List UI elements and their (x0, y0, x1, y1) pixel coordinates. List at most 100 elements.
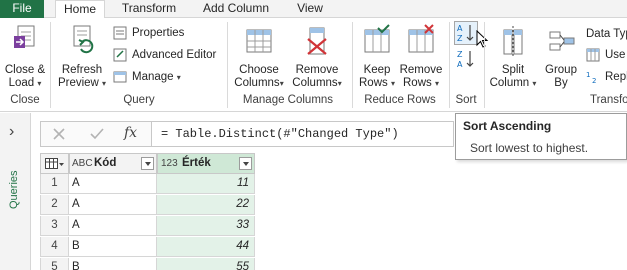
use-label: Use (605, 49, 626, 61)
table-cell[interactable]: 55 (157, 258, 255, 270)
keep-rows-label-1: Keep (363, 64, 391, 76)
close-and-load-button[interactable]: Close & Load ▾ (2, 20, 48, 92)
properties-icon (113, 26, 127, 40)
close-and-load-icon (10, 24, 40, 61)
ribbon-tab-bar: File Home Transform Add Column View (0, 0, 627, 19)
data-grid: ABC Kód 123 Érték 1 A 11 2 A 22 3 A 33 4… (40, 153, 255, 270)
tab-home[interactable]: Home (55, 0, 105, 19)
keep-rows-button[interactable]: Keep Rows ▾ (356, 20, 398, 92)
keep-rows-icon (362, 24, 392, 61)
cancel-icon[interactable] (52, 127, 66, 141)
chevron-down-icon: ▾ (532, 79, 537, 88)
table-cell[interactable]: A (69, 216, 157, 236)
table-cell[interactable]: B (69, 258, 157, 270)
table-cell[interactable]: 22 (157, 195, 255, 215)
formula-bar-buttons: fx (40, 121, 152, 147)
sort-descending-icon: Z A (457, 50, 474, 69)
column-header-label: Kód (94, 157, 117, 169)
confirm-icon[interactable] (89, 127, 105, 141)
group-divider (227, 22, 228, 108)
column-header-label: Érték (182, 157, 211, 169)
row-number: 3 (40, 216, 69, 236)
choose-columns-icon (244, 24, 274, 61)
column-header-ertek[interactable]: 123 Érték (157, 153, 255, 174)
sort-ascending-tooltip: Sort Ascending Sort lowest to highest. (455, 113, 627, 160)
group-label-transform: Transfo (590, 94, 627, 106)
split-column-button[interactable]: Split Column ▾ (488, 20, 538, 92)
queries-pane-label[interactable]: Queries (8, 170, 20, 209)
remove-rows-button[interactable]: Remove Rows ▾ (399, 20, 443, 92)
advanced-editor-label: Advanced Editor (132, 49, 217, 61)
svg-text:A: A (457, 24, 463, 33)
column-header-kod[interactable]: ABC Kód (69, 153, 157, 174)
number-type-icon[interactable]: 123 (161, 154, 178, 173)
advanced-editor-icon (113, 48, 127, 62)
close-and-load-label-2: Load (8, 77, 35, 89)
table-menu-button[interactable] (40, 153, 69, 174)
table-cell[interactable]: 11 (157, 174, 255, 194)
table-cell[interactable]: 44 (157, 237, 255, 257)
keep-rows-label-2: Rows (359, 77, 388, 89)
group-label-query: Query (123, 94, 155, 106)
manage-icon (113, 71, 127, 83)
table-cell[interactable]: 33 (157, 216, 255, 236)
tab-view[interactable]: View (292, 0, 328, 18)
refresh-icon (67, 24, 97, 61)
choose-columns-label-2: Columns (234, 77, 280, 89)
svg-text:Z: Z (457, 50, 463, 59)
filter-dropdown-icon[interactable] (239, 157, 252, 170)
tooltip-description: Sort lowest to highest. (470, 141, 589, 155)
remove-rows-label-1: Remove (399, 64, 443, 76)
split-column-label-2: Column (489, 77, 530, 89)
table-cell[interactable]: B (69, 237, 157, 257)
remove-columns-button[interactable]: Remove Columns▾ (288, 20, 346, 92)
group-label-reduce-rows: Reduce Rows (364, 94, 436, 106)
chevron-down-icon: ▾ (37, 79, 42, 88)
svg-text:A: A (457, 60, 463, 69)
chevron-down-icon: ▾ (279, 79, 284, 88)
properties-label: Properties (132, 27, 185, 39)
choose-columns-label-1: Choose (239, 64, 279, 76)
sort-descending-button[interactable]: Z A (455, 48, 477, 70)
tab-transform[interactable]: Transform (116, 0, 182, 18)
split-column-label-1: Split (501, 64, 525, 76)
filter-dropdown-icon[interactable] (141, 157, 154, 170)
chevron-down-icon: ▾ (390, 79, 395, 88)
tab-add-column[interactable]: Add Column (196, 0, 276, 18)
group-divider (484, 22, 485, 108)
formula-input[interactable]: = Table.Distinct(#"Changed Type") (152, 121, 454, 147)
table-icon (586, 48, 600, 62)
manage-label: Manage (132, 71, 174, 83)
choose-columns-button[interactable]: Choose Columns▾ (230, 20, 288, 92)
refresh-label-2: Preview (57, 77, 99, 89)
sort-ascending-button[interactable]: A Z (454, 21, 478, 45)
replace-icon: 12 (586, 71, 596, 84)
group-by-button[interactable]: Group By (540, 20, 582, 92)
close-and-load-label-1: Close & (4, 64, 46, 76)
group-by-label-2: By (554, 77, 568, 89)
tab-file[interactable]: File (0, 0, 44, 18)
fx-icon[interactable]: fx (124, 125, 137, 141)
replace-label: Repl (605, 71, 627, 83)
group-label-sort: Sort (455, 94, 477, 106)
text-type-icon[interactable]: ABC (72, 154, 93, 173)
row-number: 2 (40, 195, 69, 215)
tooltip-title: Sort Ascending (463, 119, 552, 133)
remove-columns-label-1: Remove (295, 64, 339, 76)
refresh-preview-button[interactable]: Refresh Preview ▾ (54, 20, 110, 92)
expand-queries-button[interactable]: › (9, 123, 14, 141)
table-cell[interactable]: A (69, 174, 157, 194)
remove-rows-label-2: Rows (403, 77, 432, 89)
group-divider (352, 22, 353, 108)
data-type-label: Data Typ (586, 28, 627, 40)
remove-columns-icon (302, 24, 332, 61)
table-cell[interactable]: A (69, 195, 157, 215)
svg-text:2: 2 (592, 77, 596, 84)
remove-rows-icon (406, 24, 436, 61)
remove-columns-label-2: Columns (292, 77, 338, 89)
chevron-down-icon: ▾ (102, 79, 107, 88)
sort-ascending-icon: A Z (457, 24, 474, 43)
table-icon (45, 158, 64, 169)
row-number: 1 (40, 174, 69, 194)
row-number: 5 (40, 258, 69, 270)
